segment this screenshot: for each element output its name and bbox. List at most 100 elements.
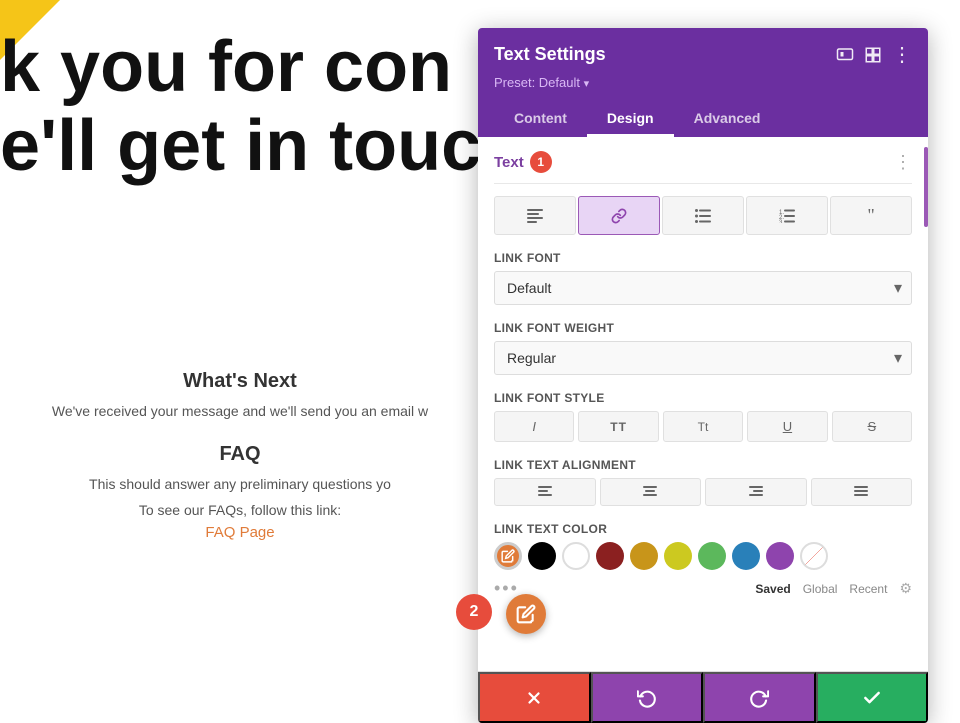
color-green-swatch[interactable] [698, 542, 726, 570]
hero-line1: k you for con [0, 28, 481, 107]
align-right-button[interactable] [705, 478, 807, 506]
link-font-label: Link Font [494, 251, 912, 265]
link-icon [611, 208, 627, 224]
align-center-icon [643, 486, 657, 498]
badge-2: 2 [456, 594, 492, 630]
cancel-button[interactable] [478, 672, 591, 723]
link-font-group: Link Font Default Arial Georgia Helvetic… [494, 251, 912, 305]
tab-list-ul[interactable] [662, 196, 744, 235]
align-left-icon [527, 209, 543, 223]
link-text-color-group: Link Text Color [494, 522, 912, 599]
faq-page-link[interactable]: FAQ Page [0, 524, 480, 541]
color-transparent-swatch[interactable] [800, 542, 828, 570]
italic-button[interactable]: I [494, 411, 574, 442]
color-edit-swatch[interactable] [494, 542, 522, 570]
color-black-swatch[interactable] [528, 542, 556, 570]
strikethrough-button[interactable]: S [832, 411, 912, 442]
color-settings-gear-icon[interactable]: ⚙ [899, 580, 912, 597]
section-badge: 1 [530, 151, 552, 173]
panel-footer [478, 671, 928, 723]
link-text-alignment-group: Link Text Alignment [494, 458, 912, 506]
grid-icon [864, 46, 882, 64]
undo-icon [637, 688, 657, 708]
undo-button[interactable] [591, 672, 704, 723]
color-saved-row: ••• Saved Global Recent ⚙ [494, 578, 912, 599]
link-text-alignment-label: Link Text Alignment [494, 458, 912, 472]
panel-title: Text Settings [494, 44, 606, 65]
section-title-row: Text 1 [494, 151, 552, 173]
text-format-tabs: 1. 2. 3. " [494, 196, 912, 235]
align-left-icon [538, 486, 552, 498]
whats-next-desc: We've received your message and we'll se… [0, 403, 480, 419]
pencil-small-icon [501, 549, 515, 563]
panel-scrollbar[interactable] [924, 147, 928, 227]
page-content-section: What's Next We've received your message … [0, 370, 480, 541]
panel-header: Text Settings ⋮ [478, 28, 928, 137]
panel-more-icon[interactable]: ⋮ [892, 42, 912, 67]
list-ol-icon: 1. 2. 3. [779, 209, 795, 223]
recent-tab[interactable]: Recent [849, 582, 887, 596]
tab-design[interactable]: Design [587, 102, 674, 137]
text-settings-panel: Text Settings ⋮ [478, 28, 928, 723]
align-left-button[interactable] [494, 478, 596, 506]
uppercase-button[interactable]: TT [578, 411, 658, 442]
pencil-icon [516, 604, 536, 624]
tab-link[interactable] [578, 196, 660, 235]
device-icon [836, 46, 854, 64]
panel-tabs: Content Design Advanced [494, 102, 912, 137]
color-white-swatch[interactable] [562, 542, 590, 570]
link-font-weight-label: Link Font Weight [494, 321, 912, 335]
text-alignment-buttons [494, 478, 912, 506]
tab-list-ol[interactable]: 1. 2. 3. [746, 196, 828, 235]
align-right-icon [749, 486, 763, 498]
link-font-weight-group: Link Font Weight Regular Bold Light [494, 321, 912, 375]
link-font-weight-select-wrapper: Regular Bold Light [494, 341, 912, 375]
faq-title: FAQ [0, 443, 480, 466]
section-more-icon[interactable]: ⋮ [894, 152, 912, 173]
redo-icon [749, 688, 769, 708]
floating-edit-button[interactable] [506, 594, 546, 634]
tab-advanced[interactable]: Advanced [674, 102, 781, 137]
faq-desc: This should answer any preliminary quest… [0, 476, 480, 492]
panel-preset[interactable]: Preset: Default ▾ [494, 75, 912, 90]
align-justify-button[interactable] [811, 478, 913, 506]
faq-link-line: To see our FAQs, follow this link: [0, 502, 480, 518]
capitalize-button[interactable]: Tt [663, 411, 743, 442]
svg-text:3.: 3. [779, 220, 784, 223]
panel-body: Text 1 ⋮ [478, 137, 928, 671]
responsive-icon[interactable] [836, 46, 854, 64]
link-text-color-label: Link Text Color [494, 522, 912, 536]
global-tab[interactable]: Global [803, 582, 838, 596]
color-gold-swatch[interactable] [630, 542, 658, 570]
tab-quote[interactable]: " [830, 196, 912, 235]
align-justify-icon [854, 486, 868, 498]
panel-header-icons: ⋮ [836, 42, 912, 67]
font-style-buttons: I TT Tt U S [494, 411, 912, 442]
link-font-weight-select[interactable]: Regular Bold Light [494, 341, 912, 375]
hero-text: k you for con e'll get in touc [0, 28, 481, 186]
hero-line2: e'll get in touc [0, 107, 481, 186]
save-button[interactable] [816, 672, 929, 723]
color-purple-swatch[interactable] [766, 542, 794, 570]
list-ul-icon [695, 209, 711, 223]
align-center-button[interactable] [600, 478, 702, 506]
color-darkred-swatch[interactable] [596, 542, 624, 570]
saved-tab[interactable]: Saved [755, 582, 790, 596]
check-icon [862, 688, 882, 708]
link-font-select[interactable]: Default Arial Georgia Helvetica [494, 271, 912, 305]
layout-icon[interactable] [864, 46, 882, 64]
link-font-style-label: Link Font Style [494, 391, 912, 405]
underline-button[interactable]: U [747, 411, 827, 442]
section-title: Text [494, 154, 524, 171]
whats-next-title: What's Next [0, 370, 480, 393]
tab-text-align[interactable] [494, 196, 576, 235]
color-swatches [494, 542, 912, 570]
tab-content[interactable]: Content [494, 102, 587, 137]
redo-button[interactable] [703, 672, 816, 723]
x-icon [525, 689, 543, 707]
link-font-style-group: Link Font Style I TT Tt U S [494, 391, 912, 442]
link-font-select-wrapper: Default Arial Georgia Helvetica [494, 271, 912, 305]
color-blue-swatch[interactable] [732, 542, 760, 570]
panel-header-top: Text Settings ⋮ [494, 42, 912, 67]
color-yellow-swatch[interactable] [664, 542, 692, 570]
